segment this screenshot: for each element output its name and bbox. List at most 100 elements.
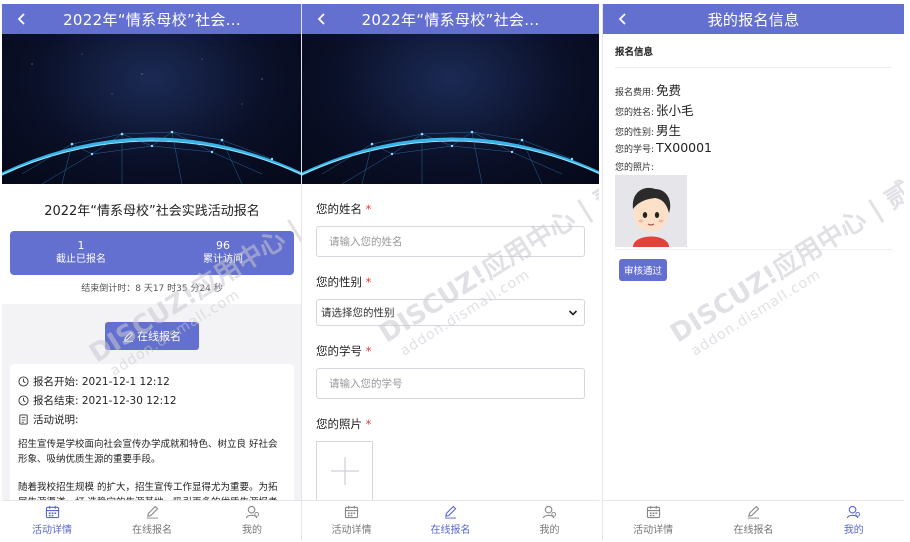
back-icon[interactable] [312,9,332,29]
name-value: 张小毛 [656,103,694,118]
page-title: 2022年“情系母校”社会... [63,10,241,29]
signup-end-row: 报名结束: 2021-12-30 12:12 [18,391,286,410]
tab-label: 在线报名 [132,525,172,536]
tab-mine[interactable]: 我的 [804,501,904,540]
photo-label: 您的照片 * [316,417,372,431]
top-bar: 我的报名信息 [603,4,904,34]
student-id-value: TX00001 [656,140,713,155]
name-input[interactable]: 请输入您的姓名 [316,226,585,257]
tab-label: 我的 [843,525,864,536]
tab-activity-detail[interactable]: 活动详情 [2,501,102,540]
gender-field-group: 您的性别 * 请选择您的性别 [316,274,585,326]
photo-upload-box[interactable] [316,441,373,501]
edit-icon [747,505,760,519]
tab-label: 活动详情 [331,525,372,536]
tab-online-signup[interactable]: 在线报名 [102,501,202,540]
stat-signed-up: 1 截止已报名 [10,231,152,275]
tab-bar: 活动详情 在线报名 我的 [302,500,599,540]
student-id-row: 您的学号: TX00001 [615,140,892,160]
gender-label: 您的性别: [615,128,655,138]
student-id-label: 您的学号 * [316,344,372,358]
desc-paragraph: 招生宣传是学校面向社会宣传办学成就和特色、树立良 好社会形象、吸纳优质生源的重要… [18,439,278,465]
clock-icon [18,395,29,406]
tab-activity-detail[interactable]: 活动详情 [603,501,703,540]
top-bar: 2022年“情系母校”社会... [2,4,302,34]
signup-end-text: 报名结束: 2021-12-30 12:12 [33,395,177,407]
student-id-input[interactable]: 请输入您的学号 [316,368,585,399]
top-bar: 2022年“情系母校”社会... [302,4,599,34]
tab-online-signup[interactable]: 在线报名 [401,501,500,540]
tab-label: 活动详情 [32,525,72,536]
stats-bar: 1 截止已报名 96 累计访问 [10,231,294,275]
activity-desc-row: 活动说明: [18,410,286,429]
gender-select[interactable]: 请选择您的性别 [316,299,585,326]
back-icon[interactable] [613,9,633,29]
tab-bar: 活动详情 在线报名 我的 [603,500,904,540]
tab-label: 我的 [242,525,262,536]
stat-label: 累计访问 [203,254,243,265]
edit-icon [444,505,457,519]
page-title: 2022年“情系母校”社会... [361,10,540,29]
name-label: 您的姓名: [615,108,655,118]
divider [615,249,892,250]
plus-icon [330,457,359,485]
tab-mine[interactable]: 我的 [202,501,302,540]
gender-label: 您的性别 * [316,275,372,289]
gender-value: 男生 [656,123,682,138]
fee-label: 报名费用: [615,88,655,98]
avatar [615,175,687,247]
chevron-down-icon [568,309,578,316]
tab-label: 我的 [539,525,560,536]
back-icon[interactable] [12,9,32,29]
online-signup-button[interactable]: 在线报名 [105,322,199,350]
edit-icon [146,505,158,519]
photo-label: 您的照片: [615,163,655,173]
signup-button-label: 在线报名 [137,330,181,343]
my-signup-info-screen: 我的报名信息 报名信息 报名费用: 免费 您的姓名: 张小毛 您的性别: 男生 … [602,4,904,540]
stat-value: 96 [216,239,230,252]
tab-online-signup[interactable]: 在线报名 [703,501,803,540]
tab-bar: 活动详情 在线报名 我的 [2,500,302,540]
student-id-label: 您的学号: [615,145,655,155]
user-icon [847,505,861,519]
banner-image [302,34,599,184]
calendar-icon [646,505,660,519]
signup-form: 您的姓名 * 请输入您的姓名 您的性别 * 请选择您的性别 您的学号 * 请输入… [302,201,599,501]
fee-row: 报名费用: 免费 [615,80,892,100]
page-title: 我的报名信息 [707,10,800,29]
gender-row: 您的性别: 男生 [615,120,892,140]
gender-select-value: 请选择您的性别 [321,307,395,319]
stat-visits: 96 累计访问 [152,231,294,275]
review-status-button[interactable]: 审核通过 [619,259,667,281]
document-icon [19,414,28,425]
tab-label: 在线报名 [733,525,774,536]
clock-icon [18,376,29,387]
activity-summary-card: 2022年“情系母校”社会实践活动报名 1 截止已报名 96 累计访问 结束倒计… [2,184,302,304]
signup-start-row: 报名开始: 2021-12-1 12:12 [18,372,286,391]
signup-start-text: 报名开始: 2021-12-1 12:12 [33,376,170,388]
section-title: 报名信息 [615,34,892,68]
signup-form-screen: 2022年“情系母校”社会... 您的姓名 * 请输入您的姓名 您的性别 * 请… [301,4,599,540]
activity-heading: 2022年“情系母校”社会实践活动报名 [44,204,260,219]
stat-label: 截止已报名 [56,254,106,265]
calendar-icon [344,505,359,519]
tab-label: 活动详情 [633,525,674,536]
photo-field-group: 您的照片 * [316,416,585,501]
countdown-text: 结束倒计时：8 天17 时35 分24 秒 [81,284,223,294]
activity-detail-screen: 2022年“情系母校”社会... 2022年“情系母校”社会实践活动报名 1 截… [2,4,302,540]
user-icon [245,505,259,519]
signup-info-body: 报名信息 报名费用: 免费 您的姓名: 张小毛 您的性别: 男生 您的学号: T… [603,34,904,281]
tab-mine[interactable]: 我的 [500,501,599,540]
activity-desc-label: 活动说明: [33,414,79,426]
edit-icon [123,331,134,342]
fee-value: 免费 [656,83,682,98]
stat-value: 1 [77,239,85,252]
tab-label: 在线报名 [430,525,471,536]
name-label: 您的姓名 * [316,202,372,216]
banner-image [2,34,302,184]
calendar-icon [45,505,59,519]
photo-row: 您的照片: [615,160,892,173]
tab-activity-detail[interactable]: 活动详情 [302,501,401,540]
name-row: 您的姓名: 张小毛 [615,100,892,120]
name-field-group: 您的姓名 * 请输入您的姓名 [316,201,585,257]
